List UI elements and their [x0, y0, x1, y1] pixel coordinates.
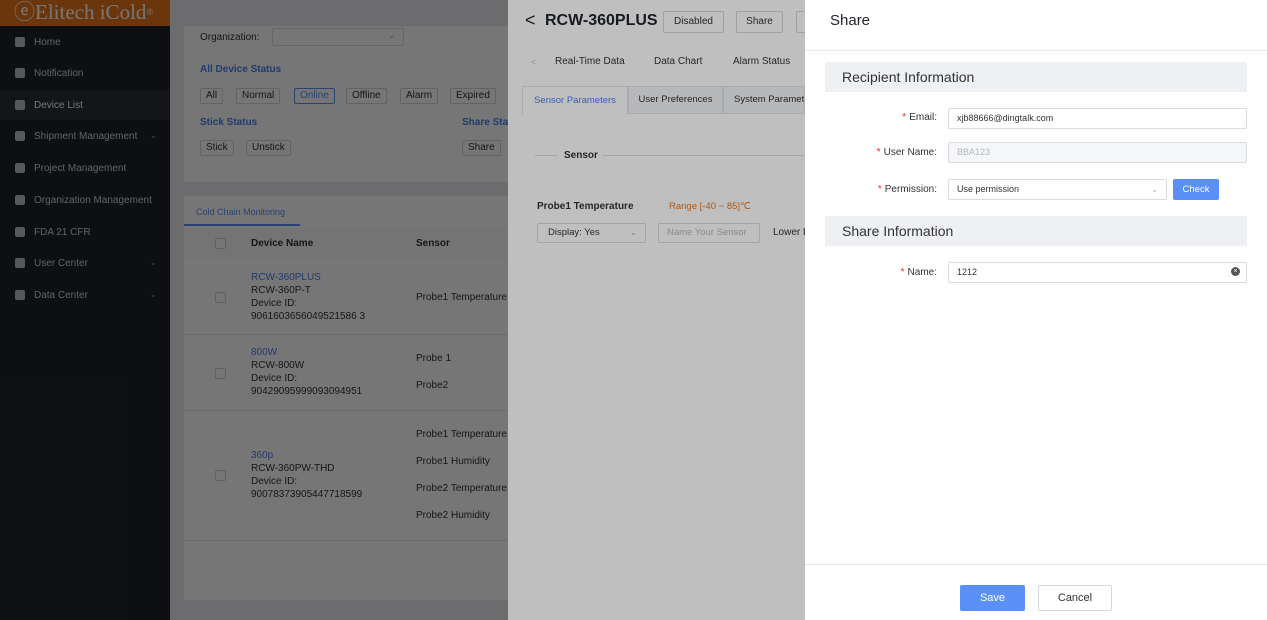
share-name-value: 1212: [957, 267, 978, 277]
email-label: * Email:: [805, 112, 937, 123]
backdrop-overlay-share[interactable]: [0, 0, 805, 620]
required-icon: *: [876, 147, 881, 158]
required-icon: *: [902, 112, 907, 123]
permission-select[interactable]: Use permission ⌄: [948, 179, 1167, 200]
permission-label: * Permission:: [805, 184, 937, 195]
share-name-field[interactable]: 1212 ×: [948, 262, 1247, 283]
email-field[interactable]: xjb88666@dingtalk.com: [948, 108, 1247, 129]
username-label: * User Name:: [805, 147, 937, 158]
username-field[interactable]: BBA123: [948, 142, 1247, 163]
cancel-button[interactable]: Cancel: [1038, 585, 1112, 611]
clear-icon[interactable]: ×: [1231, 267, 1240, 276]
required-icon: *: [900, 267, 905, 278]
footer-divider: [805, 564, 1267, 565]
recipient-information-section: Recipient Information: [825, 62, 1247, 92]
email-label-text: Email:: [909, 112, 937, 123]
save-button[interactable]: Save: [960, 585, 1025, 611]
check-button[interactable]: Check: [1173, 179, 1219, 200]
permission-label-text: Permission:: [884, 184, 937, 195]
permission-select-value: Use permission: [957, 184, 1020, 194]
username-label-text: User Name:: [883, 147, 937, 158]
share-drawer-title: Share: [830, 12, 871, 29]
share-information-section: Share Information: [825, 216, 1247, 246]
chevron-down-icon: ⌄: [1151, 185, 1158, 194]
share-drawer: Share Recipient Information * Email: xjb8…: [805, 0, 1267, 620]
required-icon: *: [877, 184, 882, 195]
name-label: * Name:: [805, 267, 937, 278]
header-divider: [805, 50, 1267, 51]
name-label-text: Name:: [907, 267, 937, 278]
